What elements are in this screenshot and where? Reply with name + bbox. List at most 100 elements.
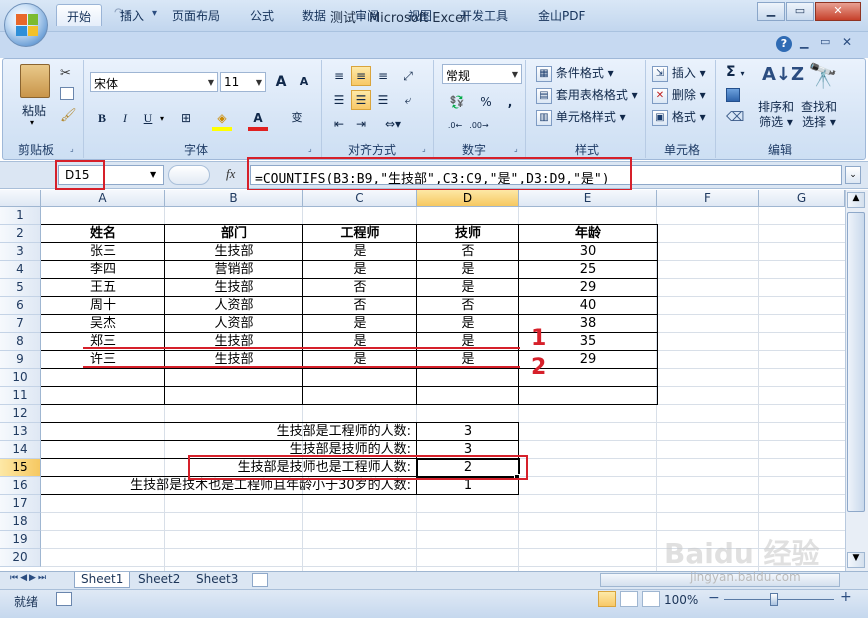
column-header-D[interactable]: D bbox=[417, 190, 519, 207]
table-cell[interactable]: 30 bbox=[519, 243, 657, 261]
clipboard-launcher-icon[interactable]: ⌟ bbox=[70, 144, 74, 153]
autosum-button[interactable]: Σ ▾ bbox=[726, 64, 744, 80]
chevron-down-icon[interactable]: ▼ bbox=[256, 78, 262, 87]
table-cell[interactable]: 否 bbox=[303, 279, 417, 297]
scroll-thumb[interactable] bbox=[847, 212, 865, 512]
ribbon-restore-icon[interactable]: ▭ bbox=[820, 35, 830, 48]
border-button[interactable]: ⊞ bbox=[176, 108, 196, 128]
paste-icon[interactable] bbox=[20, 64, 50, 98]
column-header-A[interactable]: A bbox=[41, 190, 165, 207]
table-cell[interactable]: 周十 bbox=[41, 297, 165, 315]
wrap-text-button[interactable]: ⤶ bbox=[398, 90, 418, 110]
italic-button[interactable]: I bbox=[115, 108, 135, 128]
percent-button[interactable]: % bbox=[476, 92, 496, 112]
tab-review[interactable]: 审阅 bbox=[345, 4, 389, 26]
align-middle-button[interactable]: ≡ bbox=[351, 66, 371, 86]
table-cell[interactable]: 否 bbox=[417, 243, 519, 261]
sheet-tab-2[interactable]: Sheet2 bbox=[132, 572, 186, 588]
table-cell[interactable]: 是 bbox=[303, 315, 417, 333]
comma-button[interactable]: , bbox=[500, 92, 520, 112]
table-cell[interactable]: 营销部 bbox=[165, 261, 303, 279]
row-header[interactable]: 16 bbox=[0, 477, 41, 495]
column-header-G[interactable]: G bbox=[759, 190, 845, 207]
align-center-button[interactable]: ☰ bbox=[351, 90, 371, 110]
row-header[interactable]: 15 bbox=[0, 459, 41, 477]
row-header[interactable]: 12 bbox=[0, 405, 41, 423]
row-header[interactable]: 14 bbox=[0, 441, 41, 459]
cut-icon[interactable]: ✂ bbox=[60, 66, 71, 81]
currency-button[interactable]: 💱 bbox=[444, 92, 470, 112]
column-header-C[interactable]: C bbox=[303, 190, 417, 207]
increase-decimal-button[interactable]: .0← bbox=[444, 116, 466, 136]
row-header[interactable]: 20 bbox=[0, 549, 41, 567]
sheet-tab-1[interactable]: Sheet1 bbox=[74, 572, 131, 588]
tab-home[interactable]: 开始 bbox=[56, 4, 103, 26]
alignment-launcher-icon[interactable]: ⌟ bbox=[422, 144, 426, 153]
row-header[interactable]: 17 bbox=[0, 495, 41, 513]
font-size-combo[interactable]: 11 ▼ bbox=[220, 72, 266, 92]
row-header[interactable]: 5 bbox=[0, 279, 41, 297]
table-cell[interactable]: 张三 bbox=[41, 243, 165, 261]
row-header[interactable]: 10 bbox=[0, 369, 41, 387]
minimize-button[interactable]: ▁ bbox=[757, 2, 785, 21]
table-header[interactable]: 部门 bbox=[165, 225, 303, 243]
table-cell[interactable]: 40 bbox=[519, 297, 657, 315]
fill-icon[interactable] bbox=[726, 88, 740, 102]
underline-button[interactable]: U bbox=[138, 108, 158, 128]
table-cell[interactable]: 是 bbox=[417, 315, 519, 333]
row-header[interactable]: 13 bbox=[0, 423, 41, 441]
conditional-format-button[interactable]: ▦ 条件格式 ▾ bbox=[536, 64, 614, 82]
phonetic-button[interactable]: 变 bbox=[284, 108, 310, 128]
table-header[interactable]: 年龄 bbox=[519, 225, 657, 243]
table-cell[interactable]: 吴杰 bbox=[41, 315, 165, 333]
row-header[interactable]: 3 bbox=[0, 243, 41, 261]
format-cells-button[interactable]: ▣ 格式 ▾ bbox=[652, 108, 706, 126]
delete-cells-button[interactable]: ✕ 删除 ▾ bbox=[652, 86, 706, 104]
sheet-nav-icons[interactable]: ⏮◀▶⏭ bbox=[10, 573, 48, 583]
font-name-combo[interactable]: 宋体 ▼ bbox=[90, 72, 218, 92]
row-header[interactable]: 18 bbox=[0, 513, 41, 531]
row-header[interactable]: 6 bbox=[0, 297, 41, 315]
insert-cells-button[interactable]: ⇲ 插入 ▾ bbox=[652, 64, 706, 82]
orientation-button[interactable]: ⤢ bbox=[398, 66, 418, 86]
zoom-level[interactable]: 100% bbox=[664, 593, 698, 607]
column-header-F[interactable]: F bbox=[657, 190, 759, 207]
underline-dropdown-icon[interactable]: ▾ bbox=[160, 114, 164, 123]
row-header[interactable]: 2 bbox=[0, 225, 41, 243]
insert-function-button[interactable]: fx bbox=[226, 166, 235, 182]
help-icon[interactable]: ? bbox=[776, 36, 792, 52]
decrease-font-button[interactable]: A bbox=[294, 72, 314, 92]
row-header[interactable]: 11 bbox=[0, 387, 41, 405]
table-cell[interactable]: 李四 bbox=[41, 261, 165, 279]
merge-center-button[interactable]: ⇔▾ bbox=[378, 114, 408, 134]
column-header-E[interactable]: E bbox=[519, 190, 657, 207]
number-format-combo[interactable]: 常规 ▼ bbox=[442, 64, 522, 84]
row-header[interactable]: 7 bbox=[0, 315, 41, 333]
align-top-button[interactable]: ≡ bbox=[329, 66, 349, 86]
zoom-out-button[interactable]: − bbox=[708, 590, 720, 606]
bold-button[interactable]: B bbox=[92, 108, 112, 128]
align-left-button[interactable]: ☰ bbox=[329, 90, 349, 110]
ribbon-close-icon[interactable]: ✕ bbox=[842, 35, 852, 49]
formula-bar-grip[interactable] bbox=[168, 165, 210, 185]
decrease-indent-button[interactable]: ⇤ bbox=[329, 114, 349, 134]
find-select-icon[interactable]: 🔭 bbox=[808, 62, 838, 90]
tab-developer[interactable]: 开发工具 bbox=[450, 4, 518, 26]
find-select-button[interactable]: 查找和 选择 ▾ bbox=[798, 100, 840, 130]
zoom-slider-thumb[interactable] bbox=[770, 593, 778, 606]
chevron-down-icon[interactable]: ▼ bbox=[208, 78, 214, 87]
table-cell[interactable]: 是 bbox=[417, 279, 519, 297]
row-header[interactable]: 9 bbox=[0, 351, 41, 369]
paste-button[interactable]: 粘贴 bbox=[22, 102, 46, 119]
normal-view-icon[interactable] bbox=[598, 591, 616, 607]
table-cell[interactable]: 生技部 bbox=[165, 279, 303, 297]
summary-label[interactable]: 生技部是工程师的人数: bbox=[41, 423, 411, 441]
table-cell[interactable]: 是 bbox=[303, 261, 417, 279]
sheet-tab-3[interactable]: Sheet3 bbox=[190, 572, 244, 588]
table-cell[interactable]: 是 bbox=[417, 261, 519, 279]
table-header[interactable]: 技师 bbox=[417, 225, 519, 243]
expand-formula-icon[interactable]: ⌄ bbox=[845, 166, 861, 184]
tab-page-layout[interactable]: 页面布局 bbox=[162, 4, 230, 26]
insert-sheet-icon[interactable] bbox=[252, 573, 268, 587]
format-as-table-button[interactable]: ▤ 套用表格格式 ▾ bbox=[536, 86, 638, 104]
